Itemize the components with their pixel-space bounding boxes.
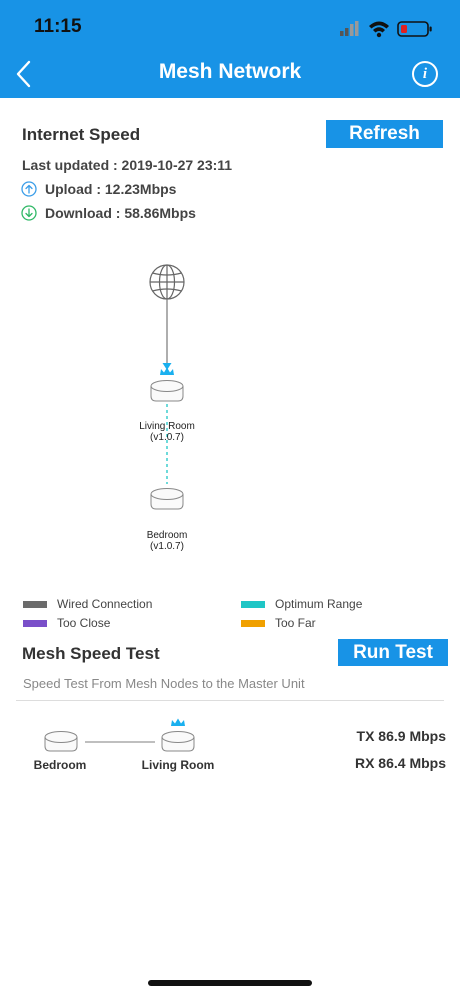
- optimum-swatch: [241, 601, 265, 608]
- mesh-test-subtitle: Speed Test From Mesh Nodes to the Master…: [23, 676, 305, 691]
- crown-icon: [160, 367, 174, 375]
- globe-icon: [149, 264, 185, 300]
- home-indicator[interactable]: [148, 980, 312, 986]
- bedroom-node-icon: [150, 488, 184, 510]
- rx-speed: RX 86.4 Mbps: [354, 755, 446, 771]
- legend-wired-label: Wired Connection: [57, 597, 153, 611]
- mesh-to-label: Living Room: [141, 758, 215, 772]
- run-test-button[interactable]: Run Test: [338, 639, 448, 666]
- legend-optimum-label: Optimum Range: [275, 597, 363, 611]
- mesh-from-label: Bedroom: [33, 758, 87, 772]
- bedroom-mesh-icon: [44, 731, 78, 752]
- too-close-swatch: [23, 620, 47, 627]
- crown-icon: [171, 718, 185, 726]
- too-far-swatch: [241, 620, 265, 627]
- living-room-node-label: Living Room (v1.0.7): [139, 421, 195, 443]
- wired-swatch: [23, 601, 47, 608]
- topology-diagram: [149, 264, 185, 510]
- tx-speed: TX 86.9 Mbps: [356, 728, 446, 744]
- legend-too-close-label: Too Close: [57, 616, 111, 630]
- mesh-speed-test-title: Mesh Speed Test: [22, 644, 160, 663]
- living-room-node-icon: [150, 380, 184, 402]
- bedroom-node-label: Bedroom (v1.0.7): [146, 530, 188, 552]
- mesh-link-diagram: [44, 718, 195, 752]
- living-room-mesh-icon: [161, 731, 195, 752]
- legend-too-far-label: Too Far: [275, 616, 316, 630]
